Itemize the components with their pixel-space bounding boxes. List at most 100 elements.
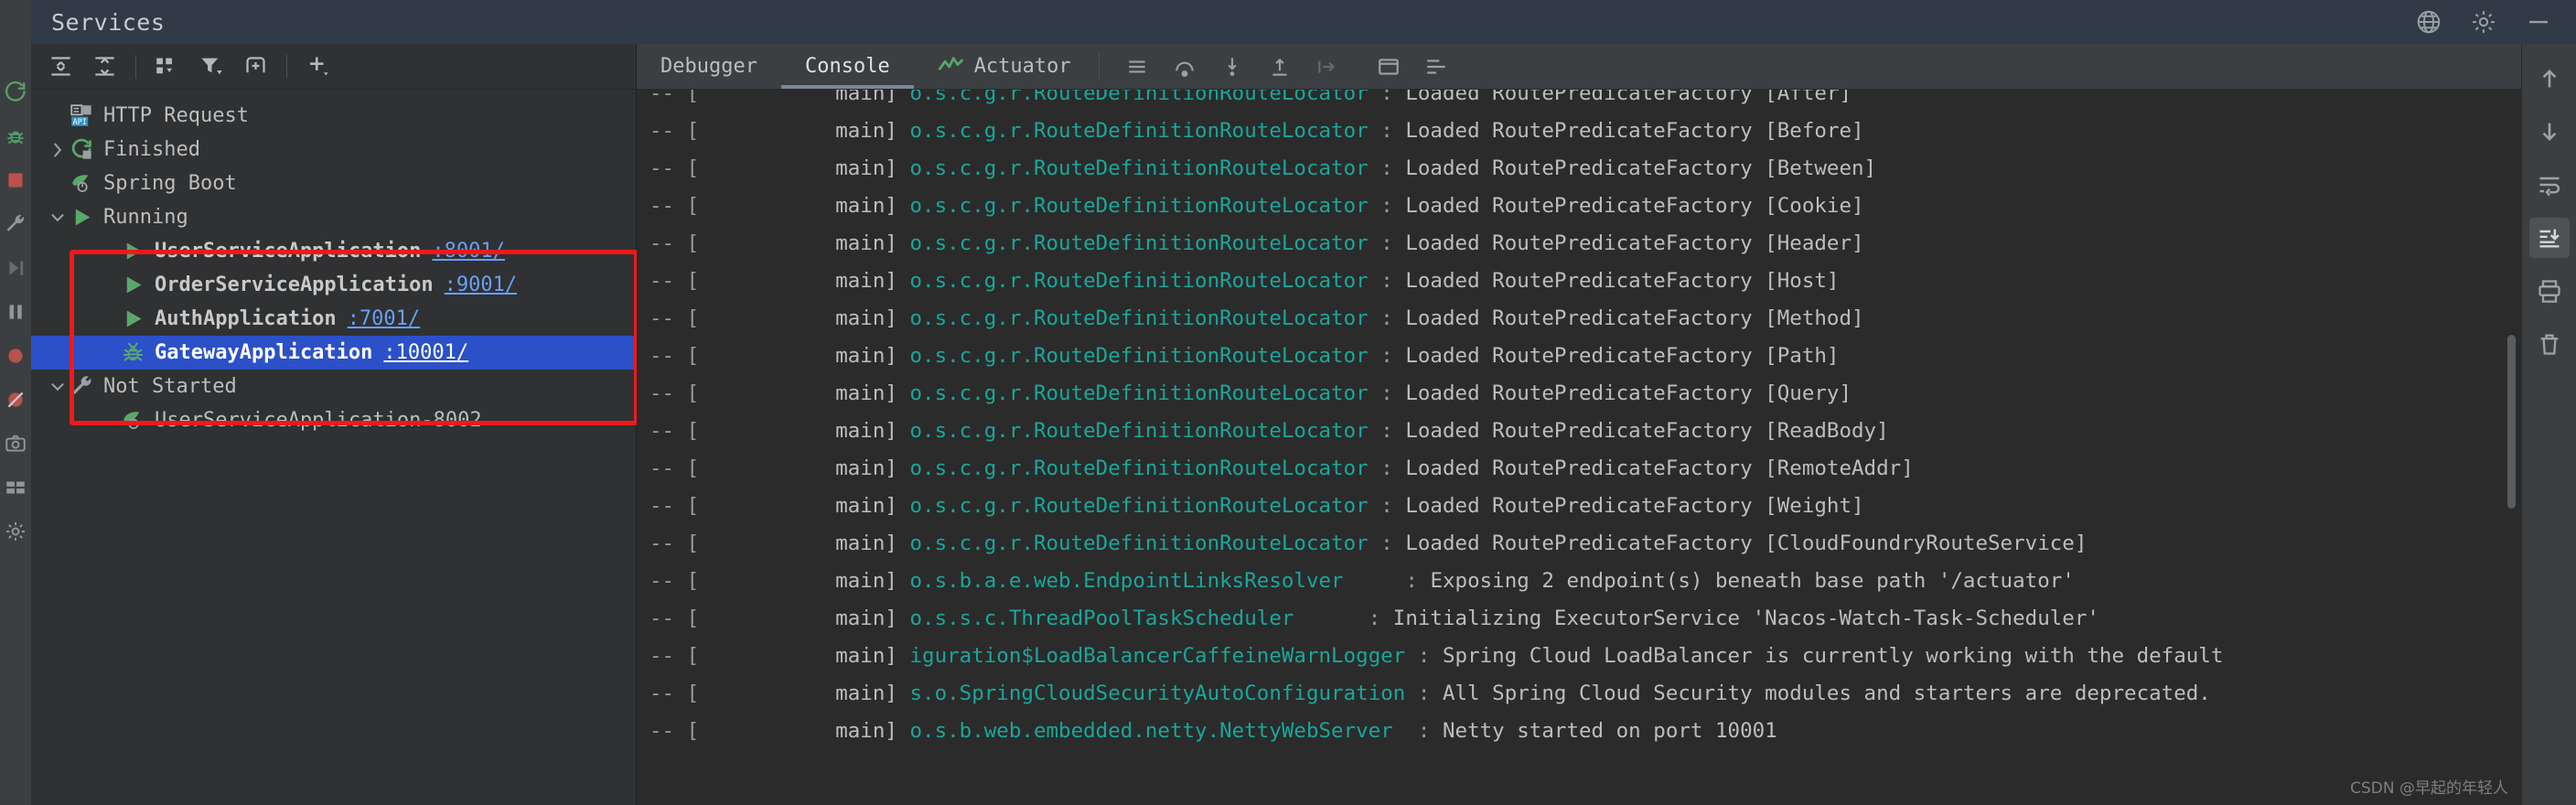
tree-node-spring-boot[interactable]: Spring Boot [31, 166, 636, 200]
tree-node-http-request[interactable]: API HTTP Request [31, 99, 636, 133]
step-over-icon[interactable] [1164, 48, 1206, 85]
tree-node-not-started[interactable]: Not Started [31, 370, 636, 403]
tree-node-port-link[interactable]: :7001/ [348, 307, 420, 330]
tree-node-label: Spring Boot [103, 172, 237, 195]
title-bar-rail-spacer [0, 0, 31, 44]
log-separator: : [1368, 231, 1406, 255]
log-message: Netty started on port 10001 [1442, 719, 1777, 743]
settings-icon[interactable] [4, 520, 27, 543]
camera-icon[interactable] [4, 432, 27, 456]
tree-node-auth-application[interactable]: AuthApplication:7001/ [31, 302, 636, 336]
log-prefix: -- [ [649, 90, 700, 105]
log-prefix: -- [ [649, 306, 700, 330]
log-prefix: -- [ [649, 419, 700, 443]
actuator-icon [938, 53, 965, 80]
log-logger: o.s.c.g.r.RouteDefinitionRouteLocator [909, 456, 1368, 480]
tree-node-user-service-application[interactable]: UserServiceApplication:8001/ [31, 234, 636, 268]
tab-actuator[interactable]: Actuator [914, 44, 1095, 89]
print-icon[interactable] [2529, 271, 2570, 311]
debug-icon[interactable] [4, 124, 27, 148]
clear-all-icon[interactable] [2529, 324, 2570, 364]
tree-node-port-link[interactable]: :10001/ [383, 341, 468, 364]
log-line: -- [ main] o.s.c.g.r.RouteDefinitionRout… [649, 188, 2521, 225]
tree-node-order-service-application[interactable]: OrderServiceApplication :9001/ [31, 268, 636, 302]
log-prefix: -- [ [649, 119, 700, 143]
log-line: -- [ main] o.s.b.web.embedded.netty.Nett… [649, 713, 2521, 750]
log-prefix: -- [ [649, 682, 700, 705]
log-prefix: -- [ [649, 156, 700, 180]
chevron-placeholder [46, 172, 70, 196]
log-thread: main] [699, 569, 897, 593]
tree-node-finished[interactable]: Finished [31, 133, 636, 166]
tree-node-label: OrderServiceApplication [155, 274, 434, 296]
log-separator: : [1343, 569, 1431, 593]
log-prefix: -- [ [649, 194, 700, 218]
log-thread: main] [699, 419, 897, 443]
log-logger: o.s.c.g.r.RouteDefinitionRouteLocator [909, 119, 1368, 143]
chevron-down-icon[interactable] [46, 375, 70, 399]
tree-node-running[interactable]: Running [31, 200, 636, 234]
services-tool-window: Services API HTTP Request Finished Sprin… [0, 0, 2576, 805]
scroll-down-icon[interactable] [2529, 112, 2570, 152]
group-by-icon[interactable] [147, 48, 188, 85]
chevron-down-icon[interactable] [46, 206, 70, 230]
minimize-icon[interactable] [2525, 8, 2552, 36]
stop-icon[interactable] [4, 168, 27, 192]
run-to-cursor-icon[interactable] [1306, 48, 1348, 85]
scroll-up-icon[interactable] [2529, 59, 2570, 99]
add-service-icon[interactable] [298, 48, 338, 85]
log-thread: main] [699, 381, 897, 405]
globe-icon[interactable] [2415, 8, 2442, 36]
log-separator: : [1368, 419, 1406, 443]
log-thread: main] [699, 306, 897, 330]
log-separator: : [1368, 456, 1406, 480]
settings-lines-icon[interactable] [1415, 48, 1457, 85]
log-thread: main] [699, 606, 897, 630]
log-logger: o.s.c.g.r.RouteDefinitionRouteLocator [909, 419, 1368, 443]
gear-icon[interactable] [2470, 8, 2497, 36]
layout-icon[interactable] [4, 476, 27, 499]
log-logger: iguration$LoadBalancerCaffeineWarnLogger [909, 644, 1406, 668]
resume-icon[interactable] [4, 256, 27, 280]
log-line: -- [ main] o.s.c.g.r.RouteDefinitionRout… [649, 263, 2521, 300]
tree-node-gateway-application[interactable]: GatewayApplication:10001/ [31, 336, 636, 370]
evaluate-icon[interactable] [1368, 48, 1410, 85]
log-message: Loaded RoutePredicateFactory [Header] [1405, 231, 1864, 255]
rerun-icon [70, 137, 94, 162]
step-into-icon[interactable] [1211, 48, 1253, 85]
log-logger: o.s.c.g.r.RouteDefinitionRouteLocator [909, 494, 1368, 518]
rerun-icon[interactable] [4, 80, 27, 104]
chevron-right-icon[interactable] [46, 138, 70, 162]
chevron-placeholder [46, 104, 70, 128]
tab-debugger[interactable]: Debugger [637, 44, 781, 89]
title-bar: Services [0, 0, 2576, 44]
services-tree[interactable]: API HTTP Request Finished Spring Boot Run… [31, 90, 636, 805]
wrench-icon[interactable] [4, 212, 27, 236]
tree-node-port-link[interactable]: :9001/ [445, 274, 517, 296]
console-output[interactable]: -- [ main] o.s.c.g.r.RouteDefinitionRout… [637, 90, 2521, 805]
mute-breakpoints-icon[interactable] [4, 388, 27, 412]
log-prefix: -- [ [649, 456, 700, 480]
filter-icon[interactable] [191, 48, 231, 85]
expand-all-icon[interactable] [40, 48, 80, 85]
scroll-to-end-icon[interactable] [2528, 218, 2570, 258]
log-message: Exposing 2 endpoint(s) beneath base path… [1430, 569, 2075, 593]
console-scrollbar[interactable] [2507, 335, 2516, 509]
log-line: -- [ main] o.s.c.g.r.RouteDefinitionRout… [649, 413, 2521, 450]
breakpoint-icon[interactable] [4, 344, 27, 368]
soft-wrap-icon[interactable] [2529, 165, 2570, 205]
log-message: Initializing ExecutorService 'Nacos-Watc… [1392, 606, 2099, 630]
log-prefix: -- [ [649, 344, 700, 368]
log-separator: : [1293, 606, 1393, 630]
log-line: -- [ main] o.s.c.g.r.RouteDefinitionRout… [649, 300, 2521, 338]
step-out-icon[interactable] [1259, 48, 1301, 85]
tab-console[interactable]: Console [780, 44, 914, 89]
log-prefix: -- [ [649, 606, 700, 630]
collapse-all-icon[interactable] [84, 48, 124, 85]
add-tab-icon[interactable] [235, 48, 275, 85]
tree-node-port-link[interactable]: :8001/ [432, 240, 504, 263]
tree-node-user-service-application-8002[interactable]: UserServiceApplication-8002 [31, 403, 636, 437]
page-title: Services [51, 8, 166, 36]
pause-icon[interactable] [4, 300, 27, 324]
list-icon[interactable] [1116, 48, 1158, 85]
